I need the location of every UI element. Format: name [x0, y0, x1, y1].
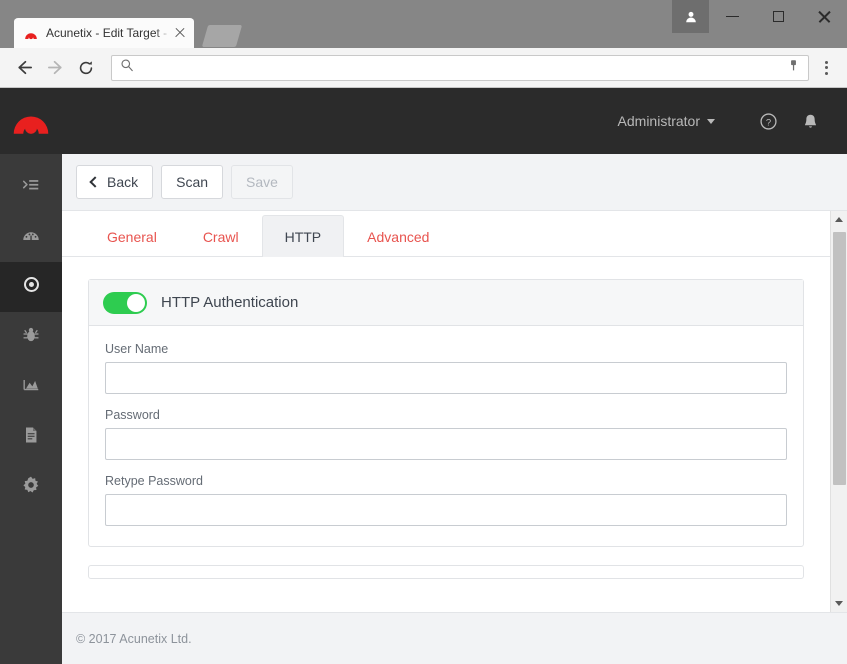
http-authentication-card: HTTP Authentication User Name Password R…: [88, 279, 804, 547]
close-icon[interactable]: [172, 25, 188, 41]
sidebar-item-reports[interactable]: [0, 412, 62, 462]
sidebar-item-targets[interactable]: [0, 262, 62, 312]
browser-chrome: Acunetix - Edit Target - h: [0, 0, 847, 88]
maximize-icon[interactable]: [755, 0, 801, 33]
acunetix-logo-icon[interactable]: [0, 101, 62, 141]
http-authentication-toggle[interactable]: [103, 291, 147, 314]
chevron-left-icon: [89, 176, 101, 188]
password-field[interactable]: [105, 428, 787, 460]
close-icon[interactable]: [801, 0, 847, 33]
user-name-label: User Name: [105, 342, 169, 356]
scroll-up-arrow-icon[interactable]: [831, 211, 847, 228]
toggle-knob: [127, 293, 145, 312]
sidebar-item-settings[interactable]: [0, 462, 62, 512]
tab-http[interactable]: HTTP: [261, 215, 345, 257]
panel-wrap: General Crawl HTTP Advanced HTTP Authent…: [62, 210, 847, 612]
sidebar-item-dashboard[interactable]: [0, 212, 62, 262]
document-icon: [21, 425, 41, 450]
sidebar-item-menu[interactable]: [0, 162, 62, 212]
scan-button-label: Scan: [176, 174, 209, 190]
dashboard-gauge-icon: [21, 225, 41, 250]
tab-general[interactable]: General: [84, 215, 180, 257]
acunetix-app: Administrator ? Back Scan Save General C…: [0, 88, 847, 664]
search-icon: [120, 58, 134, 77]
new-tab-icon[interactable]: [201, 25, 243, 47]
kebab-menu-icon[interactable]: [815, 55, 837, 81]
tab-advanced[interactable]: Advanced: [344, 215, 452, 257]
panel-scroll-area: HTTP Authentication User Name Password R…: [62, 257, 830, 612]
save-button-label: Save: [246, 174, 278, 190]
scan-button[interactable]: Scan: [161, 165, 224, 199]
bookmark-key-icon[interactable]: [787, 59, 800, 77]
tab-general-label: General: [107, 228, 157, 245]
card-title: HTTP Authentication: [161, 294, 299, 311]
back-button-label: Back: [107, 174, 139, 190]
list-menu-icon: [21, 175, 41, 200]
sidebar-item-vulnerabilities[interactable]: [0, 312, 62, 362]
bell-icon[interactable]: [793, 104, 827, 138]
minimize-icon[interactable]: [709, 0, 755, 33]
next-card-partial: [88, 565, 804, 579]
area-chart-icon: [21, 375, 41, 400]
bug-icon: [21, 325, 41, 350]
retype-password-group: Retype Password: [105, 474, 787, 526]
acunetix-logo-icon: [23, 25, 39, 41]
app-sidebar: [0, 154, 62, 664]
user-menu[interactable]: Administrator: [618, 113, 715, 129]
back-button[interactable]: Back: [76, 165, 154, 199]
settings-panel: General Crawl HTTP Advanced HTTP Authent…: [62, 211, 830, 612]
browser-tab-title: Acunetix - Edit Target - h: [46, 26, 170, 40]
content-column: Back Scan Save General Crawl HTTP Advanc…: [62, 154, 847, 664]
tab-crawl[interactable]: Crawl: [180, 215, 262, 257]
password-label: Password: [105, 408, 160, 422]
arrow-left-icon[interactable]: [10, 54, 38, 82]
retype-password-field[interactable]: [105, 494, 787, 526]
browser-tabstrip: Acunetix - Edit Target - h: [0, 0, 847, 48]
arrow-right-icon: [41, 54, 69, 82]
tab-advanced-label: Advanced: [367, 228, 430, 245]
window-controls: [672, 0, 847, 33]
user-menu-label: Administrator: [617, 113, 700, 129]
address-bar[interactable]: [111, 54, 809, 81]
address-bar-input[interactable]: [140, 60, 787, 75]
tab-http-label: HTTP: [284, 228, 322, 245]
panel-scrollbar[interactable]: [830, 211, 847, 612]
gear-icon: [21, 475, 41, 500]
browser-tab[interactable]: Acunetix - Edit Target - h: [14, 18, 194, 48]
app-header: Administrator ?: [0, 88, 847, 154]
user-profile-icon[interactable]: [672, 0, 709, 33]
target-crosshair-icon: [21, 274, 42, 300]
reload-icon[interactable]: [72, 54, 100, 82]
settings-tablist: General Crawl HTTP Advanced: [62, 211, 830, 257]
app-footer: © 2017 Acunetix Ltd.: [62, 612, 847, 664]
help-circle-icon[interactable]: ?: [751, 104, 785, 138]
browser-toolbar: [0, 48, 847, 88]
chevron-down-icon: [707, 118, 715, 124]
password-group: Password: [105, 408, 787, 460]
user-name-group: User Name: [105, 342, 787, 394]
scrollbar-thumb[interactable]: [832, 232, 846, 486]
save-button: Save: [231, 165, 293, 199]
card-body: User Name Password Retype Password: [89, 326, 803, 546]
scroll-down-arrow-icon[interactable]: [831, 595, 847, 612]
app-body: Back Scan Save General Crawl HTTP Advanc…: [0, 154, 847, 664]
user-name-field[interactable]: [105, 362, 787, 394]
sidebar-item-reports-chart[interactable]: [0, 362, 62, 412]
tab-crawl-label: Crawl: [202, 228, 239, 245]
svg-text:?: ?: [765, 117, 770, 128]
scrollbar-track[interactable]: [831, 228, 847, 595]
copyright-text: © 2017 Acunetix Ltd.: [76, 631, 192, 646]
retype-password-label: Retype Password: [105, 474, 203, 488]
action-bar: Back Scan Save: [62, 154, 847, 210]
card-header: HTTP Authentication: [89, 280, 803, 326]
